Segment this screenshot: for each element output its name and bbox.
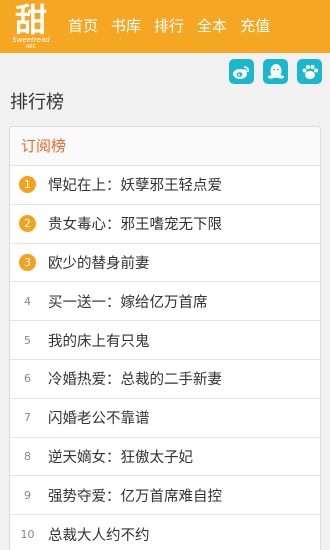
list-item[interactable]: 8 逆天嫡女：狂傲太子妃 (10, 438, 320, 477)
book-title[interactable]: 闪婚老公不靠谱 (48, 407, 150, 428)
book-title[interactable]: 冷婚热爱：总裁的二手新妻 (48, 368, 222, 389)
book-title[interactable]: 强势夺爱：亿万首席难自控 (48, 485, 222, 506)
page-title: 排行榜 (10, 92, 64, 113)
logo-subtitle-small: ABC (25, 44, 37, 50)
book-title[interactable]: 总裁大人约不约 (48, 524, 150, 545)
nav-item-ranking[interactable]: 排行 (154, 0, 184, 53)
list-item[interactable]: 2 贵女毒心：邪王嗜宠无下限 (10, 205, 320, 244)
weibo-icon[interactable] (229, 59, 254, 84)
book-title[interactable]: 买一送一：嫁给亿万首席 (48, 291, 208, 312)
list-item[interactable]: 3 欧少的替身前妻 (10, 244, 320, 283)
rank-badge: 1 (19, 176, 36, 194)
paw-icon[interactable] (297, 59, 322, 84)
logo-glyph: 甜 (14, 1, 47, 39)
share-bar (0, 53, 330, 88)
section-title[interactable]: 订阅榜 (10, 127, 320, 166)
rank-badge: 2 (19, 215, 36, 233)
rank-number: 4 (24, 294, 31, 308)
qq-icon[interactable] (263, 59, 288, 84)
list-item[interactable]: 7 闪婚老公不靠谱 (10, 399, 320, 438)
app-logo[interactable]: 甜 Sweetread ABC (8, 1, 54, 50)
list-item[interactable]: 6 冷婚热爱：总裁的二手新妻 (10, 360, 320, 399)
rank-badge: 3 (19, 253, 36, 271)
rank-number: 5 (24, 333, 31, 347)
logo-subtitle: Sweetread (12, 36, 50, 44)
header-bar: 甜 Sweetread ABC 首页 书库 排行 全本 充值 (0, 0, 330, 53)
list-item[interactable]: 4 买一送一：嫁给亿万首席 (10, 282, 320, 322)
main-nav: 首页 书库 排行 全本 充值 (68, 0, 283, 53)
nav-item-recharge[interactable]: 充值 (240, 0, 270, 53)
rank-number: 6 (24, 372, 31, 386)
rank-number: 9 (24, 488, 31, 502)
rank-number: 7 (24, 411, 31, 425)
rank-number: 8 (24, 449, 31, 463)
book-title[interactable]: 贵女毒心：邪王嗜宠无下限 (48, 213, 222, 234)
nav-item-home[interactable]: 首页 (68, 0, 98, 53)
list-item[interactable]: 9 强势夺爱：亿万首席难自控 (10, 476, 320, 516)
book-title[interactable]: 我的床上有只鬼 (48, 330, 150, 351)
ranking-card: 订阅榜 1 悍妃在上：妖孽邪王轻点爱 2 贵女毒心：邪王嗜宠无下限 3 欧少的替… (9, 126, 321, 550)
rank-number: 10 (20, 527, 35, 541)
book-title[interactable]: 悍妃在上：妖孽邪王轻点爱 (48, 174, 222, 195)
list-item[interactable]: 10 总裁大人约不约 (10, 515, 320, 550)
list-item[interactable]: 1 悍妃在上：妖孽邪王轻点爱 (10, 166, 320, 205)
nav-item-library[interactable]: 书库 (111, 0, 141, 53)
book-title[interactable]: 欧少的替身前妻 (48, 252, 150, 273)
book-title[interactable]: 逆天嫡女：狂傲太子妃 (48, 446, 193, 467)
list-item[interactable]: 5 我的床上有只鬼 (10, 321, 320, 360)
nav-item-complete[interactable]: 全本 (197, 0, 227, 53)
